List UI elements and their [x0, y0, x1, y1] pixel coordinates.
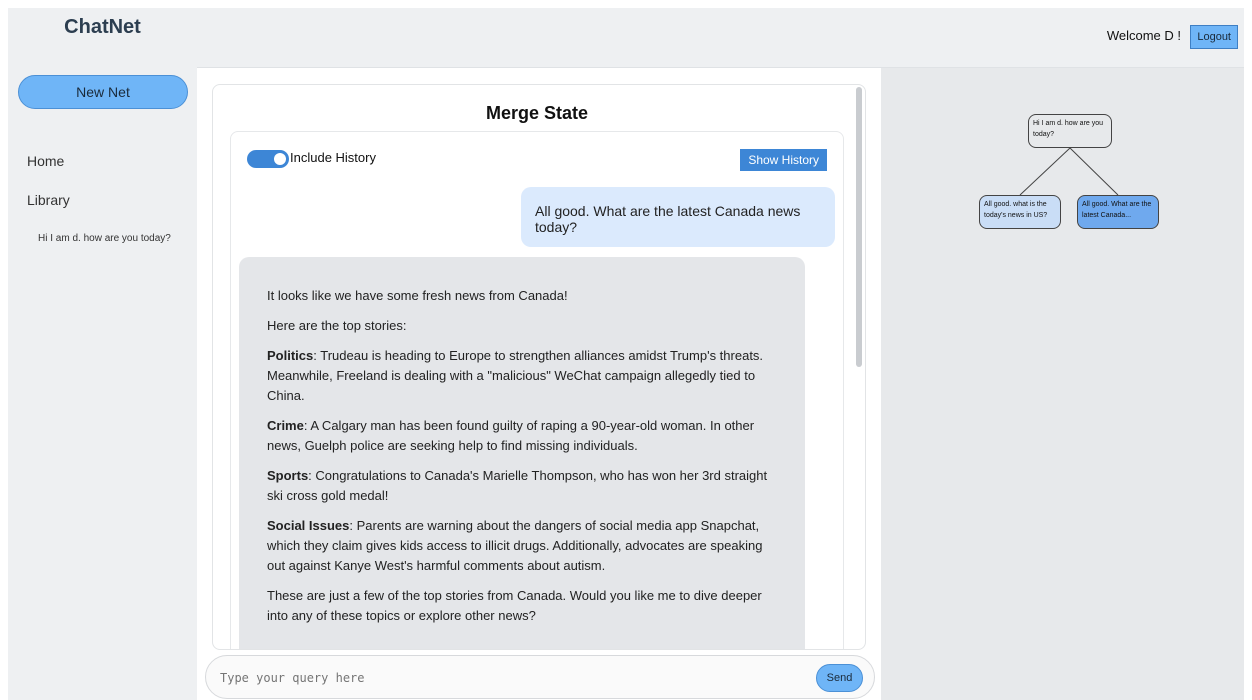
tree-edges — [1019, 147, 1119, 196]
news-label: Crime — [267, 418, 304, 433]
conversation-tree-panel: Hi I am d. how are you today? All good. … — [881, 68, 1244, 700]
news-label: Social Issues — [267, 518, 350, 533]
news-label: Politics — [267, 348, 314, 363]
new-net-button[interactable]: New Net — [18, 75, 188, 109]
sidebar-item-home[interactable]: Home — [27, 153, 64, 169]
news-label: Sports — [267, 468, 309, 483]
sidebar-item-library[interactable]: Library — [27, 192, 70, 208]
toggle-knob — [274, 153, 286, 165]
include-history-label: Include History — [290, 150, 376, 165]
query-input[interactable] — [220, 668, 780, 688]
tree-node-canada-news[interactable]: All good. What are the latest Canada... — [1077, 195, 1159, 229]
tree-node-root[interactable]: Hi I am d. how are you today? — [1028, 114, 1112, 148]
page-title: Merge State — [485, 103, 589, 123]
bot-intro: It looks like we have some fresh news fr… — [267, 288, 568, 303]
scrollbar[interactable] — [856, 87, 862, 367]
news-item-politics: Politics: Trudeau is heading to Europe t… — [267, 346, 777, 406]
history-item[interactable]: Hi I am d. how are you today? — [38, 233, 171, 244]
assistant-message: It looks like we have some fresh news fr… — [239, 257, 805, 649]
bot-lead: Here are the top stories: — [267, 318, 407, 333]
news-item-sports: Sports: Congratulations to Canada's Mari… — [267, 466, 777, 506]
include-history-toggle[interactable] — [247, 150, 289, 168]
tree-edge-left — [1019, 147, 1071, 196]
merge-state-panel: Merge State Include History Show History… — [212, 84, 866, 650]
chat-card: Include History Show History All good. W… — [230, 131, 844, 649]
news-item-social: Social Issues: Parents are warning about… — [267, 516, 777, 576]
app-brand: ChatNet — [64, 16, 141, 38]
user-message: All good. What are the latest Canada new… — [521, 187, 835, 247]
sidebar: ChatNet New Net Home Library Hi I am d. … — [8, 8, 197, 700]
send-button[interactable]: Send — [816, 664, 863, 692]
news-item-crime: Crime: A Calgary man has been found guil… — [267, 416, 777, 456]
main-area: Merge State Include History Show History… — [197, 68, 881, 700]
news-text: : A Calgary man has been found guilty of… — [267, 418, 755, 453]
query-bar: Send — [205, 655, 875, 699]
logout-button[interactable]: Logout — [1190, 25, 1238, 49]
tree-node-us-news[interactable]: All good. what is the today's news in US… — [979, 195, 1061, 229]
news-text: : Congratulations to Canada's Marielle T… — [267, 468, 768, 503]
welcome-text: Welcome D ! — [1106, 28, 1181, 43]
top-header: Welcome D ! Logout — [197, 8, 1244, 68]
news-text: : Trudeau is heading to Europe to streng… — [267, 348, 764, 403]
bot-outro: These are just a few of the top stories … — [267, 588, 762, 623]
show-history-button[interactable]: Show History — [740, 149, 827, 171]
tree-edge-right — [1069, 147, 1119, 196]
